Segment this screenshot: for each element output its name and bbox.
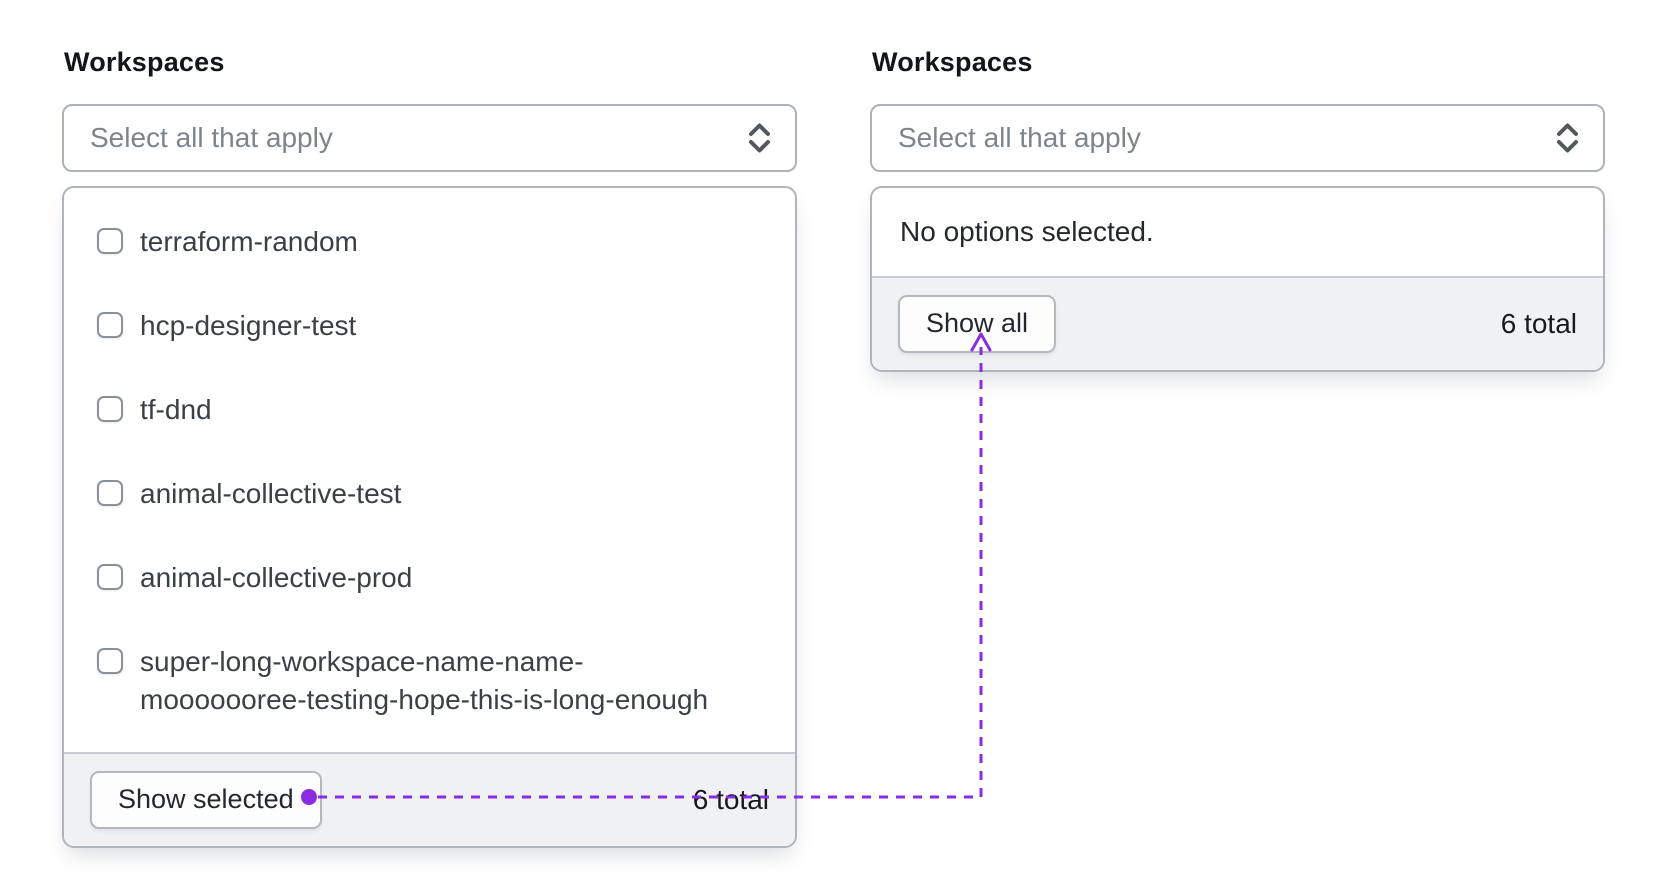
option-checkbox[interactable] bbox=[97, 480, 123, 506]
options-listbox: terraform-random hcp-designer-test tf-dn… bbox=[64, 188, 795, 752]
option-checkbox[interactable] bbox=[97, 396, 123, 422]
unfold-more-icon bbox=[1554, 120, 1581, 156]
total-count: 6 total bbox=[692, 784, 769, 815]
option-label: animal-collective-test bbox=[140, 478, 402, 509]
dropdown-footer: Show selected 6 total bbox=[64, 752, 795, 846]
show-all-button[interactable]: Show all bbox=[898, 295, 1057, 353]
workspaces-select-trigger[interactable]: Select all that apply bbox=[870, 104, 1605, 172]
option-checkbox[interactable] bbox=[97, 228, 123, 254]
workspaces-select-trigger[interactable]: Select all that apply bbox=[62, 104, 797, 172]
option-tf-dnd[interactable]: tf-dnd bbox=[64, 368, 795, 452]
select-placeholder: Select all that apply bbox=[898, 122, 1141, 153]
option-hcp-designer-test[interactable]: hcp-designer-test bbox=[64, 284, 795, 368]
empty-message: No options selected. bbox=[900, 216, 1154, 247]
show-selected-button[interactable]: Show selected bbox=[90, 771, 322, 829]
workspaces-field-right: Workspaces Select all that apply No opti… bbox=[870, 46, 1605, 372]
select-placeholder: Select all that apply bbox=[90, 122, 333, 153]
empty-state-panel: No options selected. Show all 6 total bbox=[870, 186, 1605, 372]
workspaces-label: Workspaces bbox=[872, 47, 1033, 77]
option-terraform-random[interactable]: terraform-random bbox=[64, 200, 795, 284]
option-checkbox[interactable] bbox=[97, 564, 123, 590]
workspaces-label: Workspaces bbox=[64, 47, 225, 77]
option-animal-collective-test[interactable]: animal-collective-test bbox=[64, 452, 795, 536]
option-super-long-workspace[interactable]: super-long-workspace-name-name-moooooore… bbox=[64, 620, 795, 742]
option-label: hcp-designer-test bbox=[140, 310, 357, 341]
options-dropdown-panel: terraform-random hcp-designer-test tf-dn… bbox=[62, 186, 797, 848]
option-checkbox[interactable] bbox=[97, 312, 123, 338]
unfold-more-icon bbox=[746, 120, 773, 156]
option-label: terraform-random bbox=[140, 226, 358, 257]
option-checkbox[interactable] bbox=[97, 648, 123, 674]
total-count: 6 total bbox=[1500, 308, 1577, 339]
dropdown-footer: Show all 6 total bbox=[872, 276, 1603, 370]
workspaces-field-left: Workspaces Select all that apply terrafo… bbox=[62, 46, 797, 848]
option-label: animal-collective-prod bbox=[140, 562, 413, 593]
option-label: tf-dnd bbox=[140, 394, 212, 425]
option-animal-collective-prod[interactable]: animal-collective-prod bbox=[64, 536, 795, 620]
option-label: super-long-workspace-name-name-moooooore… bbox=[140, 646, 709, 715]
